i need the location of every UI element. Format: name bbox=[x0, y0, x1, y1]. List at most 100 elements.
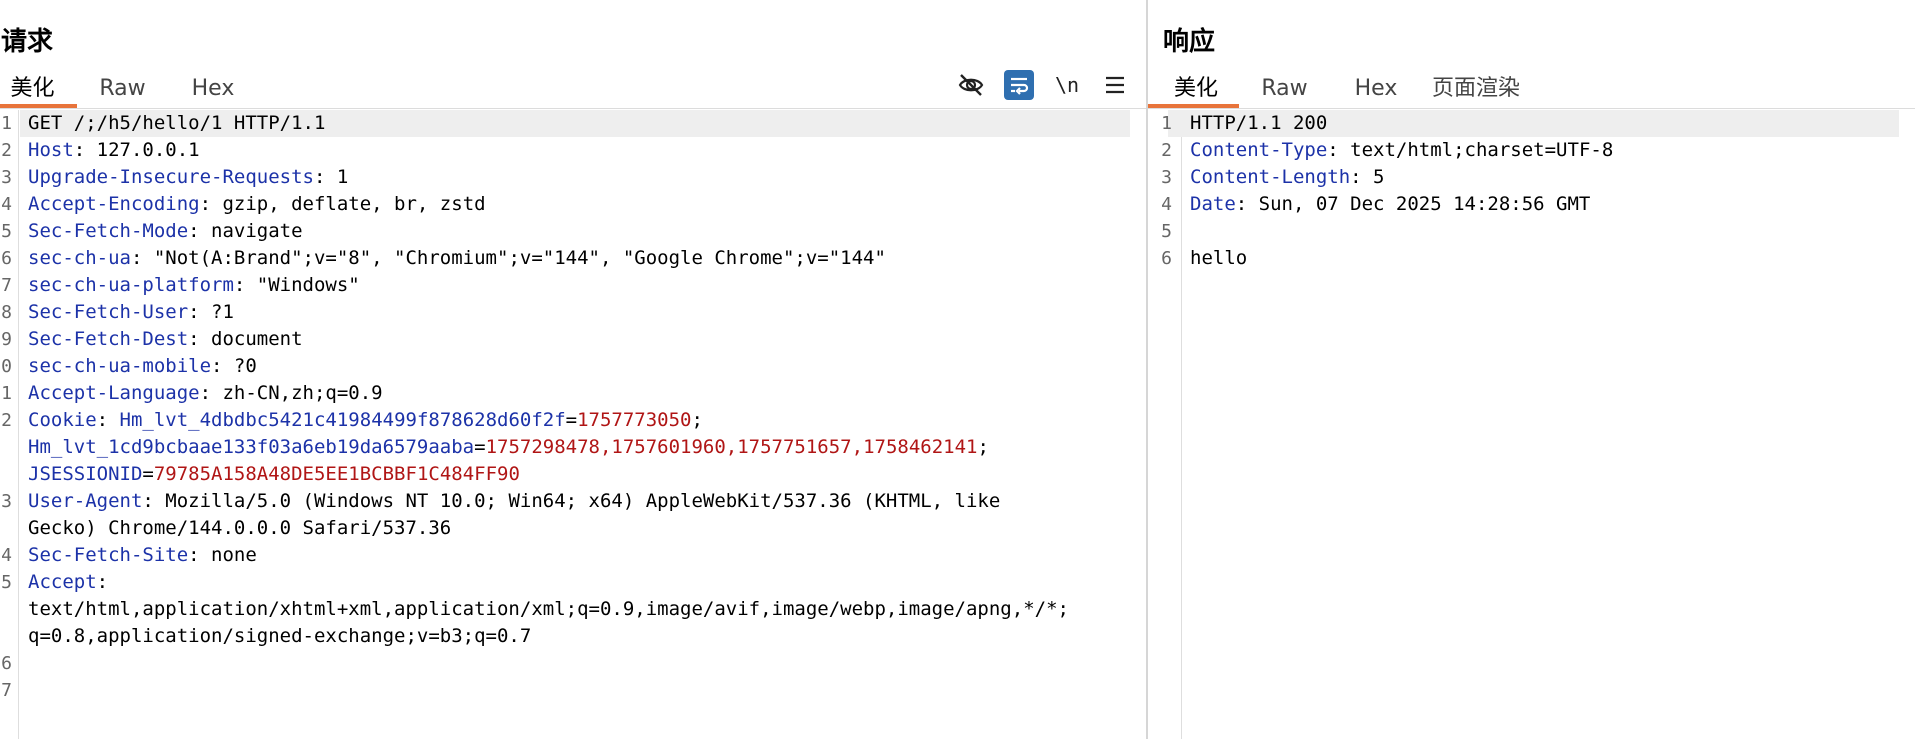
line-number: 8 bbox=[1, 302, 12, 323]
line-content: Content-Length: 5 bbox=[1190, 164, 1384, 191]
menu-button[interactable] bbox=[1100, 70, 1130, 100]
token-key: Date bbox=[1190, 193, 1236, 215]
line-content: Cookie: Hm_lvt_4dbdbc5421c41984499f87862… bbox=[28, 407, 703, 434]
eye-off-icon bbox=[958, 74, 984, 96]
line-number: 2 bbox=[1161, 140, 1172, 161]
token-value: HTTP/1.1 200 bbox=[1190, 112, 1328, 134]
line-number: 3 bbox=[1, 491, 12, 512]
line-content: HTTP/1.1 200 bbox=[1190, 110, 1327, 137]
token-value: = bbox=[142, 463, 154, 485]
token-key: User-Agent bbox=[28, 490, 143, 512]
token-key: sec-ch-ua-platform bbox=[28, 274, 234, 296]
line-content: User-Agent: Mozilla/5.0 (Windows NT 10.0… bbox=[28, 488, 1000, 515]
code-line: 5 Accept: bbox=[0, 569, 1146, 596]
code-line: 6 sec-ch-ua: "Not(A:Brand";v="8", "Chromi… bbox=[0, 245, 1146, 272]
code-line: 5 Sec-Fetch-Mode: navigate bbox=[0, 218, 1146, 245]
line-content: Date: Sun, 07 Dec 2025 14:28:56 GMT bbox=[1190, 191, 1590, 218]
show-newlines-button[interactable]: \n bbox=[1052, 70, 1082, 100]
code-line: 3 Content-Length: 5 bbox=[1148, 164, 1915, 191]
code-line: 7 bbox=[0, 677, 1146, 704]
token-key: Content-Type bbox=[1190, 139, 1328, 161]
line-number: 0 bbox=[1, 356, 12, 377]
line-content: Gecko) Chrome/144.0.0.0 Safari/537.36 bbox=[28, 515, 451, 542]
line-number: 6 bbox=[1161, 248, 1172, 269]
code-line: Hm_lvt_1cd9bcbaae133f03a6eb19da6579aaba=… bbox=[0, 434, 1146, 461]
token-key: Accept-Encoding bbox=[28, 193, 200, 215]
tab-pretty[interactable]: 美化 bbox=[0, 72, 77, 108]
line-number: 3 bbox=[1161, 167, 1172, 188]
token-value: : "Not(A:Brand";v="8", "Chromium";v="144… bbox=[130, 247, 886, 269]
token-value: = bbox=[565, 409, 578, 431]
word-wrap-button[interactable] bbox=[1004, 70, 1034, 100]
token-value: : gzip, deflate, br, zstd bbox=[199, 193, 486, 215]
token-value: : ?0 bbox=[211, 355, 257, 377]
code-line: 5 bbox=[1148, 218, 1915, 245]
token-key: JSESSIONID bbox=[28, 463, 143, 485]
tab-pretty[interactable]: 美化 bbox=[1148, 72, 1239, 108]
code-line: 3 Upgrade-Insecure-Requests: 1 bbox=[0, 164, 1146, 191]
token-key: Accept-Language bbox=[28, 382, 200, 404]
line-content: text/html,application/xhtml+xml,applicat… bbox=[28, 596, 1069, 623]
token-value: 1757773050 bbox=[577, 409, 692, 431]
token-key: Sec-Fetch-User bbox=[28, 301, 189, 323]
code-line: 9 Sec-Fetch-Dest: document bbox=[0, 326, 1146, 353]
token-value: hello bbox=[1190, 247, 1248, 269]
code-line: 0 sec-ch-ua-mobile: ?0 bbox=[0, 353, 1146, 380]
token-value: ; bbox=[691, 409, 703, 431]
token-value: Gecko) Chrome/144.0.0.0 Safari/537.36 bbox=[28, 517, 452, 539]
code-line: 2 Host: 127.0.0.1 bbox=[0, 137, 1146, 164]
token-value: : bbox=[96, 409, 120, 431]
request-title: 请求 bbox=[1, 27, 54, 57]
code-line: 4 Date: Sun, 07 Dec 2025 14:28:56 GMT bbox=[1148, 191, 1915, 218]
token-value: : zh-CN,zh;q=0.9 bbox=[199, 382, 383, 404]
tab-raw[interactable]: Raw bbox=[1239, 72, 1330, 108]
line-content: Sec-Fetch-Mode: navigate bbox=[28, 218, 303, 245]
tab-hex[interactable]: Hex bbox=[168, 72, 258, 108]
token-value: 1757298478,1757601960,1757751657,1758462… bbox=[485, 436, 978, 458]
response-lines: 1 HTTP/1.1 200 2 Content-Type: text/html;ch… bbox=[1148, 110, 1915, 272]
request-editor[interactable]: 1 GET /;/h5/hello/1 HTTP/1.1 2 Host: 127.0.… bbox=[0, 110, 1146, 739]
token-value: q=0.8,application/signed-exchange;v=b3;q… bbox=[28, 625, 532, 647]
code-line: 1 GET /;/h5/hello/1 HTTP/1.1 bbox=[0, 110, 1146, 137]
token-value: : 127.0.0.1 bbox=[73, 139, 200, 161]
line-content: q=0.8,application/signed-exchange;v=b3;q… bbox=[28, 623, 531, 650]
code-line: 4 Sec-Fetch-Site: none bbox=[0, 542, 1146, 569]
line-number: 6 bbox=[1, 653, 12, 674]
line-number: 4 bbox=[1161, 194, 1172, 215]
token-key: Upgrade-Insecure-Requests bbox=[28, 166, 314, 188]
tab-render[interactable]: 页面渲染 bbox=[1422, 72, 1530, 108]
token-value: : Sun, 07 Dec 2025 14:28:56 GMT bbox=[1235, 193, 1591, 215]
line-number: 2 bbox=[1, 140, 12, 161]
token-value: : navigate bbox=[188, 220, 303, 242]
hide-nonprintable-button[interactable] bbox=[956, 70, 986, 100]
token-key: Content-Length bbox=[1190, 166, 1351, 188]
request-toolbar: \n bbox=[956, 68, 1146, 102]
code-line: JSESSIONID=79785A158A48DE5EE1BCBBF1C484F… bbox=[0, 461, 1146, 488]
line-number: 5 bbox=[1, 221, 12, 242]
code-line: 2 Cookie: Hm_lvt_4dbdbc5421c41984499f8786… bbox=[0, 407, 1146, 434]
response-panel: 响应 美化 Raw Hex 页面渲染 1 HTTP/1.1 200 2 Content… bbox=[1148, 0, 1915, 739]
line-number: 7 bbox=[1, 275, 12, 296]
token-value: = bbox=[474, 436, 486, 458]
response-editor[interactable]: 1 HTTP/1.1 200 2 Content-Type: text/html;ch… bbox=[1148, 110, 1915, 739]
token-value: : none bbox=[188, 544, 257, 566]
code-line: 6 bbox=[0, 650, 1146, 677]
code-line: 8 Sec-Fetch-User: ?1 bbox=[0, 299, 1146, 326]
word-wrap-icon bbox=[1011, 77, 1029, 95]
line-number: 1 bbox=[1, 383, 12, 404]
token-value: text/html,application/xhtml+xml,applicat… bbox=[28, 598, 1069, 620]
line-number: 5 bbox=[1, 572, 12, 593]
code-line: 4 Accept-Encoding: gzip, deflate, br, zst… bbox=[0, 191, 1146, 218]
token-value: : "Windows" bbox=[233, 274, 360, 296]
line-number: 3 bbox=[1, 167, 12, 188]
line-number: 1 bbox=[1161, 113, 1172, 134]
tab-hex[interactable]: Hex bbox=[1330, 72, 1422, 108]
response-title: 响应 bbox=[1163, 27, 1216, 57]
tab-raw[interactable]: Raw bbox=[77, 72, 168, 108]
token-value: : text/html;charset=UTF-8 bbox=[1327, 139, 1614, 161]
token-value: : 1 bbox=[313, 166, 349, 188]
line-number: 5 bbox=[1161, 221, 1172, 242]
code-line: 7 sec-ch-ua-platform: "Windows" bbox=[0, 272, 1146, 299]
token-value: : Mozilla/5.0 (Windows NT 10.0; Win64; x… bbox=[142, 490, 1001, 512]
line-content: sec-ch-ua-platform: "Windows" bbox=[28, 272, 360, 299]
